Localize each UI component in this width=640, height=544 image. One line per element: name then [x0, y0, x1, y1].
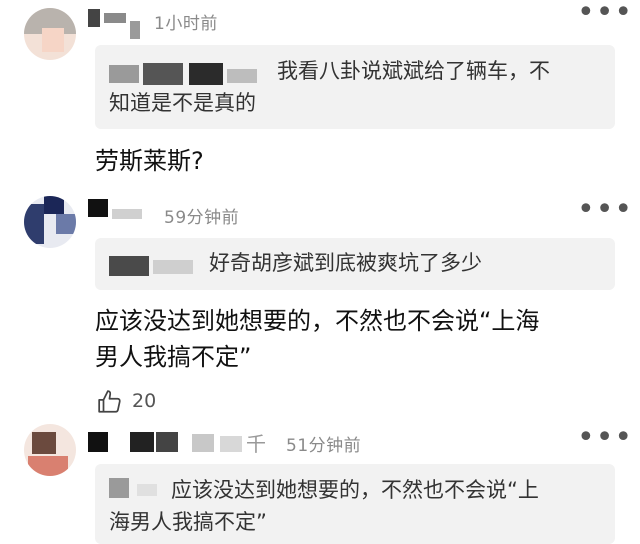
like-count: 20: [132, 390, 157, 412]
quoted-text-line: 我看八卦说斌斌给了辆车，不: [277, 59, 550, 83]
avatar[interactable]: [24, 8, 76, 60]
comment-text-line: 应该没达到她想要的，不然也不会说“上海: [95, 307, 540, 335]
username-blurred[interactable]: 千: [88, 430, 266, 456]
username-blurred[interactable]: [88, 9, 148, 39]
blur-block: [189, 63, 223, 85]
quoted-username-blurred: [109, 252, 199, 276]
quoted-username-blurred: [109, 63, 259, 85]
comment-text-line: 男人我搞不定”: [95, 343, 252, 371]
comment-time: 1小时前: [154, 14, 218, 34]
quoted-reply[interactable]: 我看八卦说斌斌给了辆车，不 知道是不是真的: [95, 45, 615, 129]
more-dots-icon[interactable]: •••: [577, 0, 633, 28]
blur-block: [112, 209, 142, 219]
avatar[interactable]: [24, 196, 76, 248]
quoted-reply[interactable]: 应该没达到她想要的，不然也不会说“上 海男人我搞不定”: [95, 464, 615, 544]
more-dots-icon[interactable]: •••: [577, 195, 633, 225]
blur-block: [227, 69, 257, 83]
blur-block: [220, 436, 242, 452]
blur-block: [104, 13, 126, 23]
comment-time: 59分钟前: [164, 208, 240, 228]
blur-block: [88, 199, 108, 217]
avatar-blur: [44, 196, 64, 214]
blur-block: [130, 432, 154, 452]
blur-block: [153, 260, 193, 274]
quoted-text-line: 知道是不是真的: [109, 91, 256, 115]
username-blurred[interactable]: [88, 199, 154, 219]
blur-block: [192, 434, 214, 452]
blur-block: [137, 484, 157, 496]
quoted-reply[interactable]: 好奇胡彦斌到底被爽坑了多少: [95, 238, 615, 290]
comment-time: 51分钟前: [286, 436, 362, 456]
blur-block: [109, 256, 149, 276]
blur-block: [156, 432, 178, 452]
like-button[interactable]: 20: [97, 388, 167, 416]
blur-block: [109, 478, 129, 498]
username-suffix: 千: [246, 432, 266, 456]
blur-block: [88, 9, 100, 27]
more-dots-icon[interactable]: •••: [577, 423, 633, 453]
blur-block: [143, 63, 183, 85]
quoted-username-blurred: [109, 476, 159, 498]
avatar[interactable]: [24, 424, 76, 476]
avatar-blur: [24, 204, 44, 244]
blur-block: [88, 432, 108, 452]
blur-block: [130, 21, 140, 39]
avatar-blur: [56, 214, 76, 234]
avatar-blur: [42, 28, 64, 52]
quoted-text: 好奇胡彦斌到底被爽坑了多少: [209, 251, 482, 275]
comment-text: 劳斯莱斯?: [95, 147, 204, 175]
quoted-text-line: 海男人我搞不定”: [109, 510, 267, 534]
thumbs-up-icon: [98, 390, 121, 413]
quoted-text-line: 应该没达到她想要的，不然也不会说“上: [171, 478, 539, 502]
avatar-blur: [28, 456, 68, 476]
avatar-blur: [32, 432, 56, 454]
blur-block: [109, 65, 139, 83]
